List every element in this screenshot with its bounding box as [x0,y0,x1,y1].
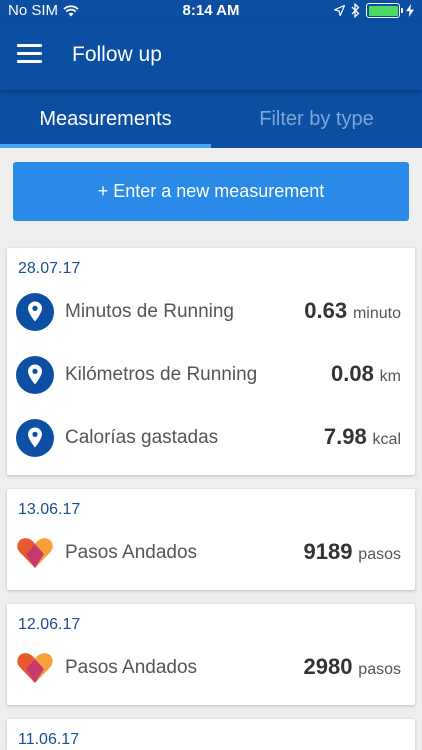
value-number: 0.08 [331,361,374,386]
page-title: Follow up [72,43,162,66]
measurement-name: Minutos de Running [65,301,234,322]
measurement-value: 9189 pasos [304,539,402,565]
status-bar: No SIM 8:14 AM [0,0,422,22]
card-date: 13.06.17 [18,501,81,518]
measurement-name: Pasos Andados [65,542,198,563]
location-arrow-icon [334,5,345,16]
measurement-row[interactable]: Minutos de Running 0.63 minuto [7,282,415,342]
measurement-card[interactable]: 13.06.17 Pasos Andados 9189 pasos [7,489,415,590]
heart-icon [17,653,53,683]
value-number: 0.63 [304,298,348,323]
card-date: 12.06.17 [18,616,81,633]
measurement-name: Pasos Andados [65,657,198,678]
measurement-name: Calorías gastadas [65,427,219,448]
measurement-row[interactable]: Pasos Andados 9189 pasos [7,523,415,583]
location-pin-icon [16,356,54,394]
app-bar: Follow up [0,22,422,90]
enter-new-measurement-button[interactable]: + Enter a new measurement [13,162,409,221]
measurement-value: 2980 pasos [304,654,402,680]
bluetooth-icon [351,3,360,18]
location-pin-icon [16,419,54,457]
tab-bar: Measurements Filter by type [0,90,422,148]
tab-filter-by-type[interactable]: Filter by type [211,90,422,148]
location-pin-icon [16,293,54,331]
measurement-row[interactable]: Pasos Andados 2980 pasos [7,638,415,698]
measurement-card[interactable]: 28.07.17 Minutos de Running 0.63 minuto … [7,248,415,475]
card-date: 11.06.17 [18,731,80,748]
measurement-card[interactable]: 12.06.17 Pasos Andados 2980 pasos [7,604,415,705]
value-number: 7.98 [323,424,367,449]
status-right [334,3,414,18]
value-number: 9189 [303,539,353,564]
measurement-card[interactable]: 11.06.17 [7,719,415,750]
measurement-row[interactable]: Calorías gastadas 7.98 kcal [7,408,415,468]
card-date: 28.07.17 [18,260,81,277]
tab-measurements[interactable]: Measurements [0,90,211,148]
measurement-value: 7.98 kcal [324,424,401,450]
measurement-name: Kilómetros de Running [65,364,258,385]
heart-icon [17,538,53,568]
value-number: 2980 [303,654,353,679]
value-unit: kcal [372,431,401,448]
measurement-value: 0.63 minuto [304,298,401,324]
battery-icon [366,3,403,18]
value-unit: minuto [352,305,401,322]
active-tab-indicator [0,144,211,148]
charging-bolt-icon [406,4,414,17]
value-unit: pasos [358,661,401,678]
measurement-value: 0.08 km [331,361,401,387]
value-unit: km [379,368,401,385]
value-unit: pasos [358,546,401,563]
measurement-row[interactable]: Kilómetros de Running 0.08 km [7,345,415,405]
hamburger-menu-icon[interactable] [17,44,42,64]
